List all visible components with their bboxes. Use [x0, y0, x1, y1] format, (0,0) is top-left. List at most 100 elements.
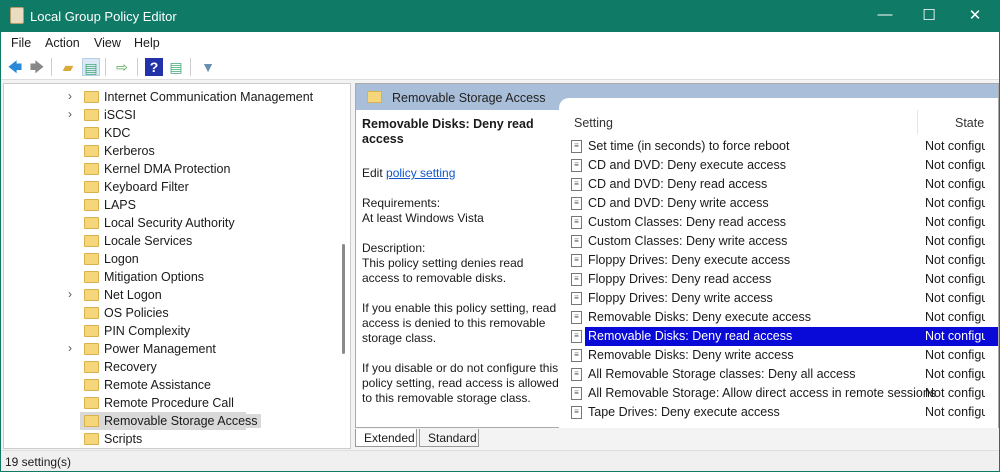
tree-item-label: Local Security Authority [104, 216, 235, 230]
tree-item-label: Kerberos [104, 144, 155, 158]
list-row[interactable]: ≡ Set time (in seconds) to force reboot No… [559, 137, 998, 156]
tree-item-label: Net Logon [104, 288, 162, 302]
tree-item-label: KDC [104, 126, 131, 140]
policy-title: Removable Disks: Deny read access [362, 117, 534, 146]
tree-item[interactable]: › iSCSI [4, 106, 334, 124]
tree-item[interactable]: LAPS [4, 196, 334, 214]
list-row[interactable]: ≡ Removable Disks: Deny read access Not co… [559, 327, 998, 346]
tree-item[interactable]: Kernel DMA Protection [4, 160, 334, 178]
folder-icon [84, 91, 99, 103]
tree-item[interactable]: Kerberos [4, 142, 334, 160]
setting-state: Not configured [925, 386, 985, 400]
tree-item[interactable]: › Power Management [4, 340, 334, 358]
properties-icon[interactable]: ▤ [167, 58, 185, 76]
menu-help[interactable]: Help [134, 36, 160, 50]
list-row[interactable]: ≡ Custom Classes: Deny write access Not co… [559, 232, 998, 251]
tree-item[interactable]: › Net Logon [4, 286, 334, 304]
list-row[interactable]: ≡ CD and DVD: Deny execute access Not conf… [559, 156, 998, 175]
list-row[interactable]: ≡ Custom Classes: Deny read access Not con… [559, 213, 998, 232]
filter-icon[interactable]: ▼ [199, 58, 217, 76]
tree-item-label: PIN Complexity [104, 324, 191, 338]
close-button[interactable]: ✕ [965, 6, 985, 24]
setting-name: CD and DVD: Deny execute access [588, 158, 787, 172]
tree-item[interactable]: PIN Complexity [4, 322, 334, 340]
forward-arrow-icon[interactable]: 🡆 [28, 58, 46, 76]
folder-icon [84, 199, 99, 211]
folder-icon [84, 127, 99, 139]
column-header-state[interactable]: State [955, 116, 984, 130]
description-text: This policy setting denies read access t… [362, 256, 524, 285]
column-header-setting[interactable]: Setting [574, 116, 613, 130]
folder-icon [84, 217, 99, 229]
tree-item-label: Recovery [104, 360, 157, 374]
tree-item[interactable]: Local Security Authority [4, 214, 334, 232]
show-hide-tree-icon[interactable]: ▤ [82, 58, 100, 76]
toolbar: 🡄 🡆 ▰ ▤ ⇨ ? ▤ ▼ [1, 54, 999, 80]
list-row[interactable]: ≡ CD and DVD: Deny read access Not configu… [559, 175, 998, 194]
setting-name: All Removable Storage: Allow direct acce… [588, 386, 937, 400]
setting-state: Not configured [925, 272, 985, 286]
folder-icon [84, 109, 99, 121]
list-row[interactable]: ≡ All Removable Storage: Allow direct acc… [559, 384, 998, 403]
settings-list: Setting State ≡ Set time (in seconds) to … [559, 98, 998, 428]
help-icon[interactable]: ? [145, 58, 163, 76]
chevron-right-icon[interactable]: › [68, 89, 72, 103]
policy-setting-icon: ≡ [571, 273, 582, 286]
policy-setting-link[interactable]: policy setting [386, 166, 455, 180]
tree-item-label: Remote Assistance [104, 378, 211, 392]
tab-standard[interactable]: Standard [419, 429, 479, 447]
chevron-right-icon[interactable]: › [68, 341, 72, 355]
maximize-button[interactable]: ☐ [919, 6, 939, 24]
tree-scrollbar[interactable] [342, 244, 345, 354]
back-arrow-icon[interactable]: 🡄 [6, 58, 24, 76]
folder-icon [84, 181, 99, 193]
policy-setting-icon: ≡ [571, 197, 582, 210]
list-row[interactable]: ≡ Floppy Drives: Deny read access Not conf… [559, 270, 998, 289]
setting-name: Floppy Drives: Deny write access [588, 291, 773, 305]
tree-item[interactable]: Logon [4, 250, 334, 268]
setting-name: CD and DVD: Deny write access [588, 196, 769, 210]
tree-item[interactable]: Recovery [4, 358, 334, 376]
list-row[interactable]: ≡ Tape Drives: Deny execute access Not con… [559, 403, 998, 422]
setting-state: Not configured [925, 158, 985, 172]
tree-item[interactable]: Mitigation Options [4, 268, 334, 286]
tree-item[interactable]: Remote Assistance [4, 376, 334, 394]
setting-state: Not configured [925, 139, 985, 153]
description-panel: Removable Disks: Deny read access Edit p… [362, 117, 562, 406]
tree-item[interactable]: Scripts [4, 430, 334, 448]
setting-name: Removable Disks: Deny read access [588, 329, 793, 343]
folder-icon [84, 289, 99, 301]
tree-item[interactable]: Remote Procedure Call [4, 394, 334, 412]
list-row[interactable]: ≡ Floppy Drives: Deny execute access Not c… [559, 251, 998, 270]
up-folder-icon[interactable]: ▰ [59, 58, 77, 76]
menu-action[interactable]: Action [45, 36, 80, 50]
tree-item[interactable]: › Internet Communication Management [4, 88, 334, 106]
policy-setting-icon: ≡ [571, 330, 582, 343]
tree-item[interactable]: Locale Services [4, 232, 334, 250]
list-row[interactable]: ≡ Floppy Drives: Deny write access Not con… [559, 289, 998, 308]
list-row[interactable]: ≡ Removable Disks: Deny execute access Not… [559, 308, 998, 327]
window-title: Local Group Policy Editor [30, 9, 177, 24]
folder-icon [84, 433, 99, 445]
chevron-right-icon[interactable]: › [68, 287, 72, 301]
tree-item[interactable]: Keyboard Filter [4, 178, 334, 196]
tree-item[interactable]: Removable Storage Access [4, 412, 334, 430]
policy-setting-icon: ≡ [571, 254, 582, 267]
folder-icon [84, 235, 99, 247]
folder-icon [84, 325, 99, 337]
tree-item-label: Removable Storage Access [101, 414, 261, 428]
setting-state: Not configured [925, 348, 985, 362]
menu-file[interactable]: File [11, 36, 31, 50]
minimize-button[interactable]: — [875, 6, 895, 23]
tree-item[interactable]: KDC [4, 124, 334, 142]
tree-item[interactable]: OS Policies [4, 304, 334, 322]
chevron-right-icon[interactable]: › [68, 107, 72, 121]
tab-extended[interactable]: Extended [355, 429, 417, 447]
menu-view[interactable]: View [94, 36, 121, 50]
export-list-icon[interactable]: ⇨ [113, 58, 131, 76]
list-row[interactable]: ≡ CD and DVD: Deny write access Not config… [559, 194, 998, 213]
list-row[interactable]: ≡ Removable Disks: Deny write access Not c… [559, 346, 998, 365]
setting-state: Not configured [925, 310, 985, 324]
list-row[interactable]: ≡ All Removable Storage classes: Deny all… [559, 365, 998, 384]
tree-item-label: Keyboard Filter [104, 180, 189, 194]
